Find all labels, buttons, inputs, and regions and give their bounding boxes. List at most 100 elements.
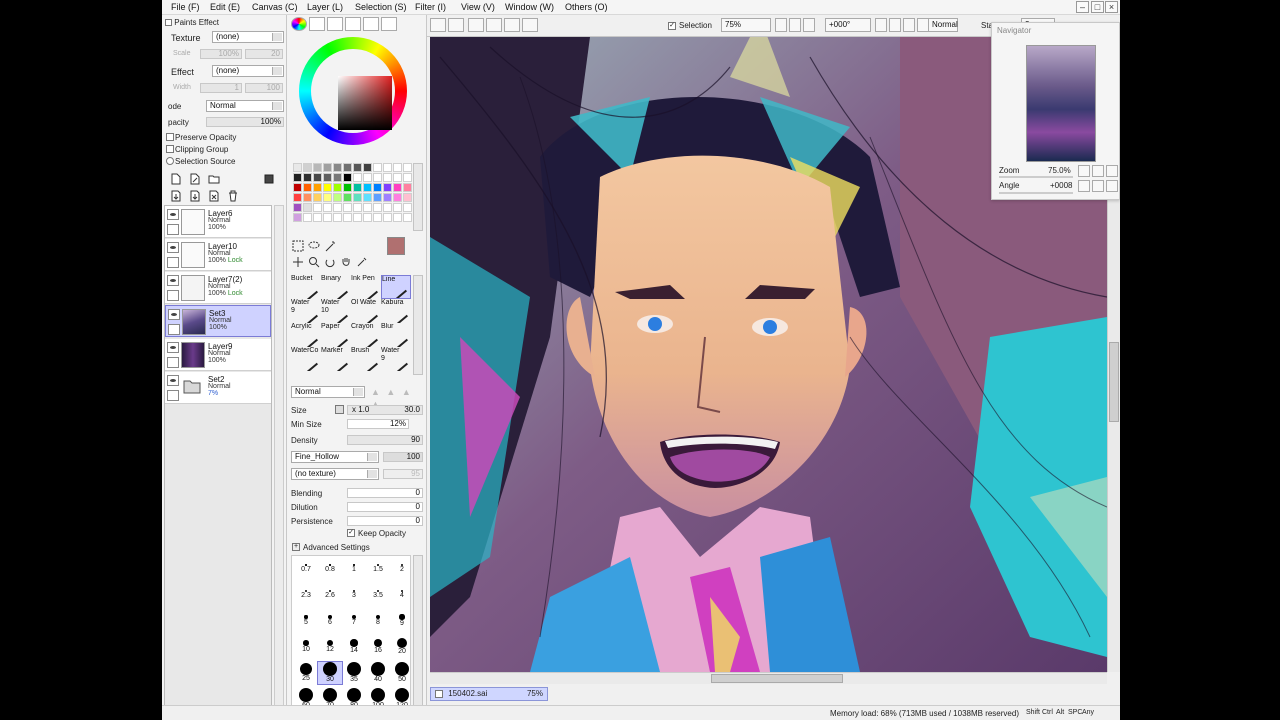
color-swatch[interactable] [323,163,332,172]
color-swatch[interactable] [303,183,312,192]
new-layer-icon[interactable] [169,172,183,185]
menu-window[interactable]: Window (W) [505,2,554,12]
layer-options-icon[interactable] [262,172,276,185]
saturation-value-square[interactable] [338,76,392,130]
color-swatch[interactable] [343,193,352,202]
magic-wand-icon[interactable] [323,239,337,252]
color-swatch[interactable] [363,193,372,202]
primary-color-swatch[interactable] [387,237,405,255]
rect-select-icon[interactable] [291,239,305,252]
layer-opacity-slider[interactable]: 100% [206,117,284,127]
color-swatch[interactable] [383,183,392,192]
redo-icon[interactable] [448,18,464,32]
brush-texture-select[interactable]: (no texture) [291,468,379,480]
rotate-right-button[interactable] [889,18,901,32]
color-swatch[interactable] [403,193,412,202]
color-swatch[interactable] [343,213,352,222]
color-swatch[interactable] [343,183,352,192]
brush-size-option[interactable]: 16 [366,636,390,658]
nav-zoom-out-button[interactable] [1078,165,1090,177]
tool-water-9[interactable]: Water 9 [291,299,321,323]
color-swatch[interactable] [363,183,372,192]
visibility-eye-icon[interactable] [167,209,179,220]
color-swatch[interactable] [343,203,352,212]
menu-layer[interactable]: Layer (L) [307,2,343,12]
color-swatch[interactable] [333,213,342,222]
brush-size-option[interactable]: 1.5 [366,558,390,580]
vertical-scroll-thumb[interactable] [1109,342,1119,422]
brush-size-option[interactable]: 1 [342,558,366,580]
color-swatch[interactable] [353,213,362,222]
color-swatch[interactable] [363,203,372,212]
size-lock-checkbox[interactable] [335,405,344,414]
tool-brush[interactable]: Brush [351,347,381,371]
layer-row-layer10[interactable]: Layer10 Normal 100% Lock [165,239,271,271]
brush-size-option[interactable]: 14 [342,636,366,658]
nav-rotate-reset-button[interactable] [1106,180,1118,192]
tool-paper[interactable]: Paper [321,323,351,347]
nav-angle-slider[interactable] [999,192,1073,194]
color-swatch[interactable] [373,183,382,192]
layer-row-set2[interactable]: Set2 Normal 7% [165,372,271,404]
brush-size-slider[interactable]: x 1.0 30.0 [347,405,423,415]
layer-row-layer7-2[interactable]: Layer7(2) Normal 100% Lock [165,272,271,304]
rgb-slider-tab-icon[interactable] [309,17,325,31]
brush-lock-icon[interactable] [168,324,180,335]
zoom-out-button[interactable] [775,18,787,32]
tool-marker[interactable]: Marker [321,347,351,371]
tool-binary[interactable]: Binary [321,275,351,299]
color-swatch[interactable] [303,203,312,212]
nav-zoom-fit-button[interactable] [1106,165,1118,177]
preserve-opacity-checkbox[interactable] [166,133,174,141]
horizontal-scroll-thumb[interactable] [711,674,843,683]
layer-row-layer6[interactable]: Layer6 Normal 100% [165,206,271,238]
visibility-eye-icon[interactable] [167,242,179,253]
zoom-icon[interactable] [307,255,321,268]
color-swatch[interactable] [303,163,312,172]
brush-size-option[interactable]: 12 [318,636,342,658]
new-folder-icon[interactable] [207,172,221,185]
layer-list-scrollbar[interactable] [274,205,284,720]
lock-toggle[interactable] [167,257,179,268]
texture-select[interactable]: (none) [212,31,284,43]
color-swatch[interactable] [373,173,382,182]
brush-size-option[interactable]: 2 [390,558,414,580]
brush-shape-strength[interactable]: 100 [383,452,423,462]
tool-water-9[interactable]: Water 9 [381,347,411,371]
menu-others[interactable]: Others (O) [565,2,608,12]
color-swatch[interactable] [313,213,322,222]
brush-size-option[interactable]: 5 [294,610,318,632]
color-wheel-tab-icon[interactable] [291,17,307,31]
keep-opacity-checkbox[interactable]: ✓ [347,529,355,537]
brush-size-option[interactable]: 25 [294,662,318,684]
color-swatch[interactable] [393,173,402,182]
dilution-slider[interactable]: 0 [347,502,423,512]
lock-toggle[interactable] [167,390,179,401]
invert-selection-icon[interactable] [486,18,502,32]
color-swatch[interactable] [333,193,342,202]
brush-size-option[interactable]: 0.7 [294,558,318,580]
color-swatch[interactable] [353,193,362,202]
brush-tip-shapes[interactable]: ▲ ▲ ▲ ▲ [371,386,421,409]
scratchpad-tab-icon[interactable] [363,17,379,31]
menu-edit[interactable]: Edit (E) [210,2,240,12]
tool-kabura[interactable]: Kabura [381,299,411,323]
color-swatch[interactable] [323,203,332,212]
document-tab[interactable]: 150402.sai 75% [430,687,548,701]
color-swatch[interactable] [323,213,332,222]
nav-zoom-in-button[interactable] [1092,165,1104,177]
color-swatch[interactable] [293,183,302,192]
maximize-button[interactable]: □ [1091,1,1104,13]
color-swatch[interactable] [353,203,362,212]
color-swatch[interactable] [293,203,302,212]
color-swatch[interactable] [333,173,342,182]
transfer-down-icon[interactable] [169,189,183,202]
color-swatch[interactable] [353,183,362,192]
tool-crayon[interactable]: Crayon [351,323,381,347]
color-swatch[interactable] [323,193,332,202]
color-swatch[interactable] [363,213,372,222]
color-swatch[interactable] [403,163,412,172]
navigator-preview[interactable] [1026,45,1096,162]
tool-ol-wate[interactable]: Ol Wate [351,299,381,323]
color-swatch[interactable] [373,213,382,222]
